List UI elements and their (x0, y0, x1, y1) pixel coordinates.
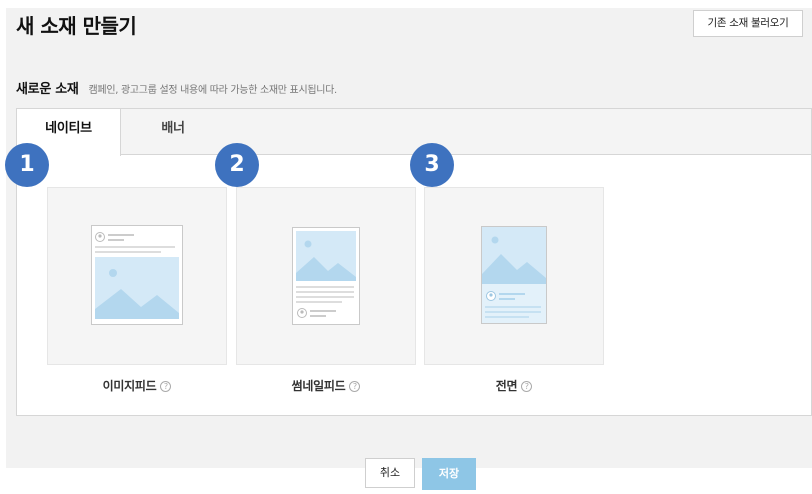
thumbnail-feed-preview-icon (292, 227, 360, 325)
format-name: 썸네일피드 (291, 379, 346, 393)
format-label-fullscreen: 전면? (424, 377, 604, 394)
format-card-thumbnail-feed[interactable] (236, 187, 416, 365)
section-description: 캠페인, 광고그룹 설정 내용에 따라 가능한 소재만 표시됩니다. (88, 85, 338, 96)
step-badge-3: 3 (410, 143, 454, 187)
format-name: 전면 (495, 379, 518, 393)
format-label-image-feed: 이미지피드? (47, 377, 227, 394)
step-badge-2: 2 (215, 143, 259, 187)
format-label-thumbnail-feed: 썸네일피드? (236, 377, 416, 394)
tab-bar: 네이티브 배너 (17, 109, 811, 156)
help-icon[interactable]: ? (160, 381, 172, 392)
tab-banner[interactable]: 배너 (121, 109, 225, 155)
fullscreen-preview-icon (481, 226, 547, 324)
help-icon[interactable]: ? (521, 381, 533, 392)
save-button[interactable]: 저장 (422, 458, 476, 490)
image-feed-preview-icon (91, 225, 183, 325)
format-card-fullscreen[interactable] (424, 187, 604, 365)
load-existing-creative-button[interactable]: 기존 소재 불러오기 (693, 10, 803, 37)
help-icon[interactable]: ? (349, 381, 361, 392)
step-badge-1: 1 (5, 143, 49, 187)
format-name: 이미지피드 (102, 379, 157, 393)
section-title: 새로운 소재 (16, 82, 79, 97)
creative-format-panel: 네이티브 배너 이미지피드? 1 썸네일피드 ? 2 전면 ? 3 (5, 108, 812, 416)
cancel-button[interactable]: 취소 (365, 458, 415, 488)
format-card-image-feed[interactable] (47, 187, 227, 365)
section-header: 새로운 소재 캠페인, 광고그룹 설정 내용에 따라 가능한 소재만 표시됩니다… (16, 78, 337, 97)
page-title: 새 소재 만들기 (16, 14, 137, 38)
